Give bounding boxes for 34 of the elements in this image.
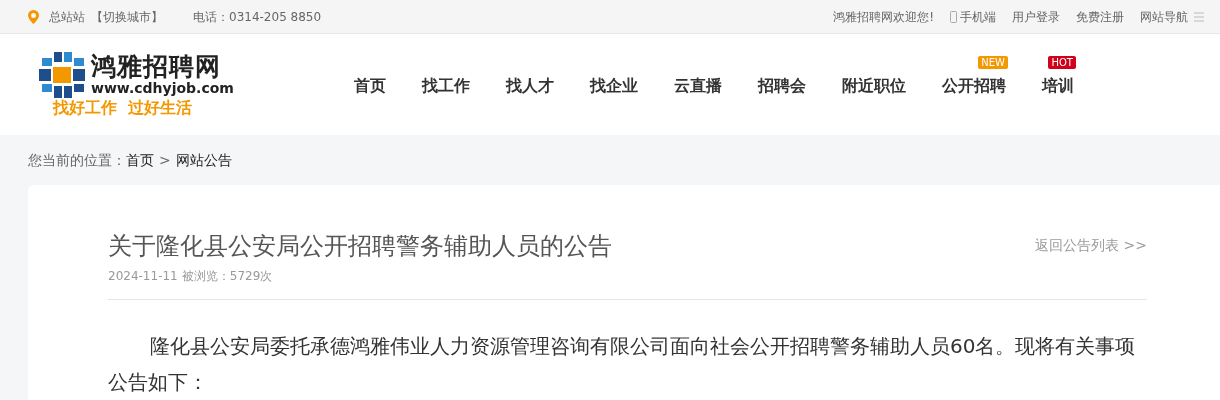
welcome-text: 鸿雅招聘网欢迎您! [833, 8, 934, 26]
nav-link[interactable]: 招聘会 [757, 75, 806, 95]
phone-number: 电话：0314-205 8850 [193, 8, 322, 26]
article-title: 关于隆化县公安局公开招聘警务辅助人员的公告 [108, 231, 612, 262]
breadcrumb-link[interactable]: 网站公告 [175, 149, 232, 171]
nav-link[interactable]: 首页 [353, 75, 386, 95]
breadcrumb-prefix: 您当前的位置： [28, 150, 126, 170]
phone-icon [950, 10, 957, 23]
top-link[interactable]: 网站导航 [1140, 7, 1204, 26]
breadcrumb-link[interactable]: 首页 [126, 149, 154, 171]
nav-badge: HOT [1048, 55, 1076, 69]
mobile-link[interactable]: 手机端 [950, 7, 996, 26]
nav-link[interactable]: 云直播 [673, 75, 722, 95]
article-paragraph: 隆化县公安局委托承德鸿雅伟业人力资源管理咨询有限公司面向社会公开招聘警务辅助人员60名。现将有关事项公告如下： [108, 333, 1137, 396]
breadcrumb-separator: > [159, 150, 171, 170]
nav-link[interactable]: 找人才 [505, 75, 554, 95]
nav-link[interactable]: 附近职位 [841, 75, 906, 95]
nav-badge: NEW [978, 55, 1008, 69]
nav-link[interactable]: 公开招聘 [941, 75, 1006, 95]
nav-link[interactable]: 找企业 [589, 75, 638, 95]
logo-slogan: 找好工作 过好生活 [53, 97, 194, 118]
location-pin-icon [28, 9, 39, 24]
logo-url: www.cdhyjob.com [91, 80, 234, 96]
logo-name: 鸿雅招聘网 [91, 53, 222, 80]
nav-link[interactable]: 找工作 [421, 75, 470, 95]
view-count: 被浏览：5729次 [181, 268, 273, 285]
logo-mark-icon [39, 51, 85, 98]
switch-city-link[interactable]: 【切换城市】 [91, 7, 163, 26]
station-name: 总站站 [49, 8, 85, 26]
top-link[interactable]: 用户登录 [1012, 7, 1060, 26]
nav-link[interactable]: 培训 [1041, 75, 1074, 95]
menu-icon [1194, 11, 1204, 22]
article-date: 2024-11-11 [108, 268, 178, 285]
top-link[interactable]: 免费注册 [1076, 7, 1124, 26]
